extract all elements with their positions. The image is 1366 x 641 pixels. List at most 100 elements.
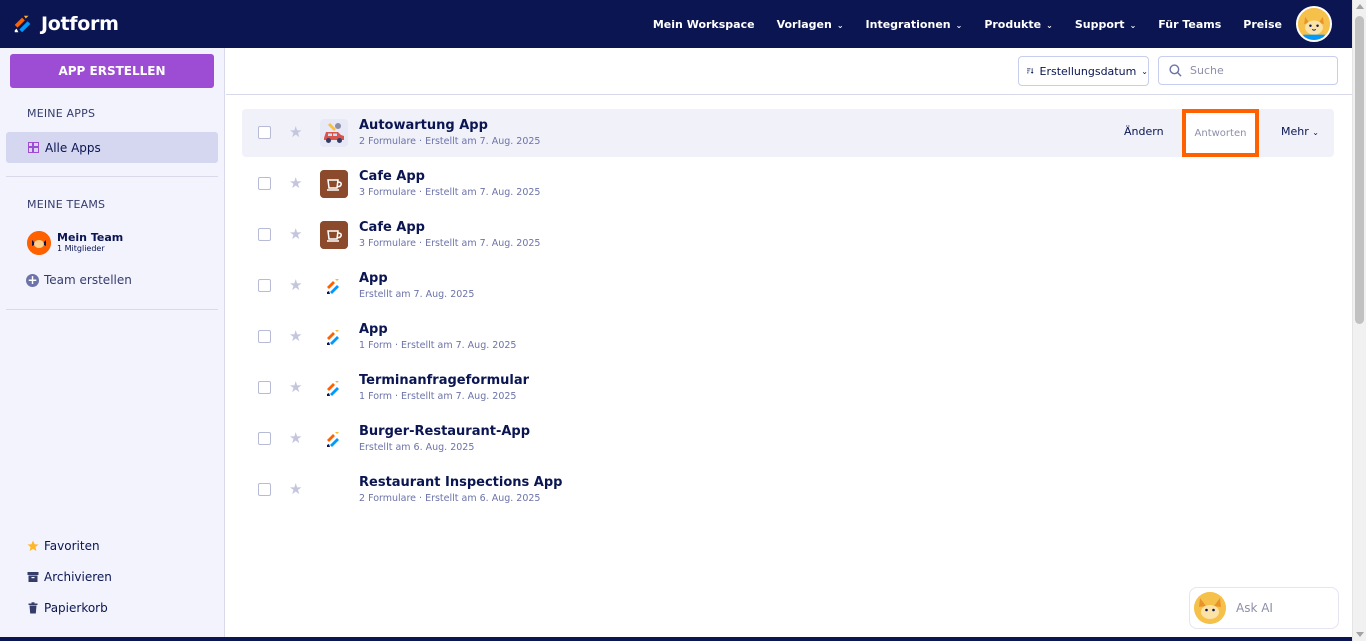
app-meta: 1 Form · Erstellt am 7. Aug. 2025 [359,391,517,402]
app-title[interactable]: Restaurant Inspections App [359,475,562,491]
jotform-logo-icon [14,15,31,33]
search-box[interactable] [1158,56,1338,85]
favorite-star-icon[interactable]: ★ [289,378,302,396]
my-apps-heading: MEINE APPS [27,107,96,120]
responses-button[interactable]: Antworten [1182,109,1259,157]
app-title[interactable]: Cafe App [359,220,540,236]
create-app-button[interactable]: APP ERSTELLEN [10,54,214,88]
favorite-star-icon[interactable]: ★ [289,276,302,294]
team-members-count: 1 Mitglieder [57,244,105,253]
star-icon [27,540,39,551]
row-checkbox[interactable] [258,483,271,496]
row-checkbox[interactable] [258,381,271,394]
bottom-border [0,637,1352,641]
favorite-star-icon[interactable]: ★ [289,225,302,243]
scroll-up-arrow-icon[interactable] [1356,4,1364,9]
row-checkbox[interactable] [258,330,271,343]
chevron-down-icon: ⌄ [1141,66,1148,76]
row-checkbox[interactable] [258,126,271,139]
app-title[interactable]: App [359,322,516,338]
app-row[interactable]: ★ App 1 Form · Erstellt am 7. Aug. 2025 [242,313,1334,361]
row-checkbox[interactable] [258,279,271,292]
app-info: Cafe App 3 Formulare · Erstellt am 7. Au… [359,220,540,250]
chevron-down-icon: ⌄ [1312,128,1319,137]
nav-label: Preise [1243,17,1282,31]
ask-ai-label: Ask AI [1236,601,1273,615]
content-toolbar: Erstellungsdatum ⌄ [226,48,1352,95]
app-row[interactable]: ★ Cafe App 3 Formulare · Erstellt am 7. … [242,160,1334,208]
nav-fuer-teams[interactable]: Für Teams [1158,18,1221,31]
team-info: Mein Team 1 Mitglieder [57,232,123,254]
app-row[interactable]: ★ Restaurant Inspections App 2 Formulare… [242,466,1334,514]
archive-label: Archivieren [44,570,112,584]
team-logo-icon [27,231,51,255]
nav-produkte[interactable]: Produkte ⌄ [984,18,1053,31]
favorite-star-icon[interactable]: ★ [289,429,302,447]
grid-icon [28,142,39,153]
jotform-logo[interactable]: Jotform [12,13,119,35]
app-info: Terminanfrageformular 1 Form · Erstellt … [359,373,529,403]
nav-mein-workspace[interactable]: Mein Workspace [653,18,755,31]
scroll-down-arrow-icon[interactable] [1356,632,1364,637]
chevron-down-icon: ⌄ [955,20,963,30]
vertical-scrollbar[interactable] [1352,0,1366,641]
app-meta: 1 Form · Erstellt am 7. Aug. 2025 [359,340,517,351]
nav-integrationen[interactable]: Integrationen ⌄ [866,18,963,31]
favorite-star-icon[interactable]: ★ [289,327,302,345]
chevron-down-icon: ⌄ [836,20,844,30]
edit-button[interactable]: Ändern [1124,125,1164,138]
nav-label: Produkte [984,17,1042,31]
nav-label: Mein Workspace [652,17,755,31]
sort-label: Erstellungsdatum [1039,64,1137,78]
row-checkbox[interactable] [258,228,271,241]
favorite-star-icon[interactable]: ★ [289,480,302,498]
user-avatar[interactable] [1296,6,1332,42]
search-icon [1169,64,1182,77]
app-meta: 2 Formulare · Erstellt am 7. Aug. 2025 [359,136,541,147]
app-title[interactable]: Cafe App [359,169,540,185]
app-info: Autowartung App 2 Formulare · Erstellt a… [359,118,540,148]
app-title[interactable]: Autowartung App [359,118,540,134]
jotform-logo-icon [327,432,339,447]
app-row[interactable]: ★ Cafe App 3 Formulare · Erstellt am 7. … [242,211,1334,259]
trash-label: Papierkorb [44,601,108,615]
ask-ai-button[interactable]: Ask AI [1189,587,1339,629]
main-nav: Mein Workspace Vorlagen ⌄ Integrationen ⌄ … [631,0,1332,48]
nav-vorlagen[interactable]: Vorlagen ⌄ [777,18,844,31]
plus-circle-icon: + [26,272,39,287]
jotform-logo-icon [327,381,339,396]
nav-support[interactable]: Support ⌄ [1075,18,1136,31]
app-row[interactable]: ★ Terminanfrageformular 1 Form · Erstell… [242,364,1334,412]
app-row[interactable]: ★ App Erstellt am 7. Aug. 2025 [242,262,1334,310]
car-icon [320,119,348,147]
search-input[interactable] [1190,64,1330,77]
app-meta: 2 Formulare · Erstellt am 6. Aug. 2025 [359,493,541,504]
favorite-star-icon[interactable]: ★ [289,123,302,141]
app-title[interactable]: Burger-Restaurant-App [359,424,530,440]
top-navigation-bar: Jotform Mein Workspace Vorlagen ⌄ Integra… [0,0,1352,48]
more-button[interactable]: Mehr ⌄ [1281,125,1319,138]
app-row[interactable]: ★ Burger-Restaurant-App Erstellt am 6. A… [242,415,1334,463]
app-info: Burger-Restaurant-App Erstellt am 6. Aug… [359,424,530,454]
sidebar-item-trash[interactable]: Papierkorb [27,601,108,615]
app-title[interactable]: Terminanfrageformular [359,373,529,389]
sidebar-item-team[interactable]: Mein Team 1 Mitglieder [27,231,123,255]
scrollbar-thumb[interactable] [1355,16,1364,324]
more-label: Mehr [1281,125,1309,138]
nav-preise[interactable]: Preise [1243,18,1282,31]
app-row[interactable]: ★ Autowartung App 2 Formulare · Erstellt… [242,109,1334,157]
favorite-star-icon[interactable]: ★ [289,174,302,192]
jotform-logo-icon [327,330,339,345]
trash-icon [28,602,38,614]
sidebar-item-all-apps[interactable]: Alle Apps [6,132,218,163]
row-checkbox[interactable] [258,177,271,190]
row-checkbox[interactable] [258,432,271,445]
sidebar-item-favorites[interactable]: Favoriten [27,539,100,553]
sidebar-item-archive[interactable]: Archivieren [27,570,112,584]
favorites-label: Favoriten [44,539,100,553]
app-info: App 1 Form · Erstellt am 7. Aug. 2025 [359,322,516,352]
sort-dropdown[interactable]: Erstellungsdatum ⌄ [1018,56,1149,86]
app-meta: 3 Formulare · Erstellt am 7. Aug. 2025 [359,238,541,249]
app-title[interactable]: App [359,271,474,287]
create-team-link[interactable]: + Team erstellen [26,273,132,287]
